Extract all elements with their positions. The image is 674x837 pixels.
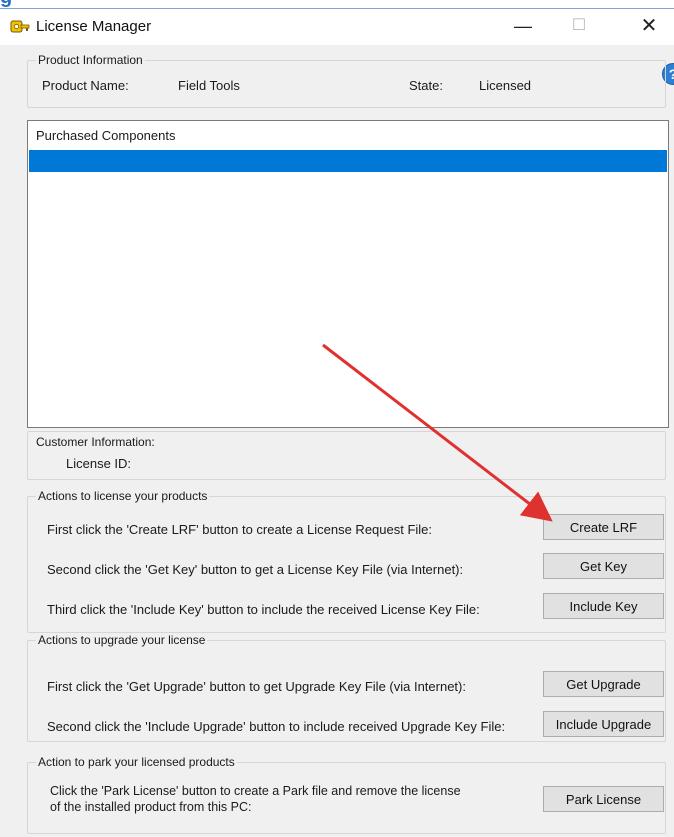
key-app-icon	[10, 20, 30, 33]
get-upgrade-button[interactable]: Get Upgrade	[543, 671, 664, 697]
customer-info-label: Customer Information:	[36, 435, 155, 449]
park-license-button[interactable]: Park License	[543, 786, 664, 812]
minimize-button[interactable]: —	[500, 9, 546, 45]
park-license-instruction-line2: of the installed product from this PC:	[50, 800, 252, 814]
license-id-label: License ID:	[66, 456, 132, 471]
background-heading-fragment: g	[0, 0, 13, 8]
get-key-instruction: Second click the 'Get Key' button to get…	[47, 562, 464, 577]
park-actions-legend: Action to park your licensed products	[36, 755, 237, 769]
include-key-instruction: Third click the 'Include Key' button to …	[47, 602, 480, 617]
product-name-value: Field Tools	[178, 78, 240, 93]
license-manager-window: License Manager — ☐ ✕ ? Product Informat…	[0, 8, 674, 837]
product-name-label: Product Name:	[42, 78, 129, 93]
include-upgrade-button[interactable]: Include Upgrade	[543, 711, 664, 737]
maximize-button[interactable]: ☐	[556, 9, 602, 45]
include-key-button[interactable]: Include Key	[543, 593, 664, 619]
get-upgrade-instruction: First click the 'Get Upgrade' button to …	[47, 679, 466, 694]
selected-list-item[interactable]	[29, 150, 667, 172]
upgrade-actions-legend: Actions to upgrade your license	[36, 633, 208, 647]
product-info-legend: Product Information	[36, 53, 145, 67]
close-button[interactable]: ✕	[626, 9, 672, 45]
create-lrf-button[interactable]: Create LRF	[543, 514, 664, 540]
state-label: State:	[409, 78, 443, 93]
title-bar[interactable]: License Manager — ☐ ✕	[0, 9, 674, 45]
get-key-button[interactable]: Get Key	[543, 553, 664, 579]
purchased-components-list[interactable]: Purchased Components	[27, 120, 669, 428]
customer-info-group: Customer Information: License ID:	[27, 431, 666, 480]
create-lrf-instruction: First click the 'Create LRF' button to c…	[47, 522, 433, 537]
license-actions-legend: Actions to license your products	[36, 489, 210, 503]
window-title: License Manager	[36, 18, 152, 35]
state-value: Licensed	[479, 78, 532, 93]
include-upgrade-instruction: Second click the 'Include Upgrade' butto…	[47, 719, 506, 734]
product-info-group: Product Information Product Name: Field …	[27, 53, 666, 108]
park-license-instruction-line1: Click the 'Park License' button to creat…	[50, 784, 461, 798]
background-document-strip: g	[0, 0, 674, 8]
list-header: Purchased Components	[36, 128, 176, 143]
